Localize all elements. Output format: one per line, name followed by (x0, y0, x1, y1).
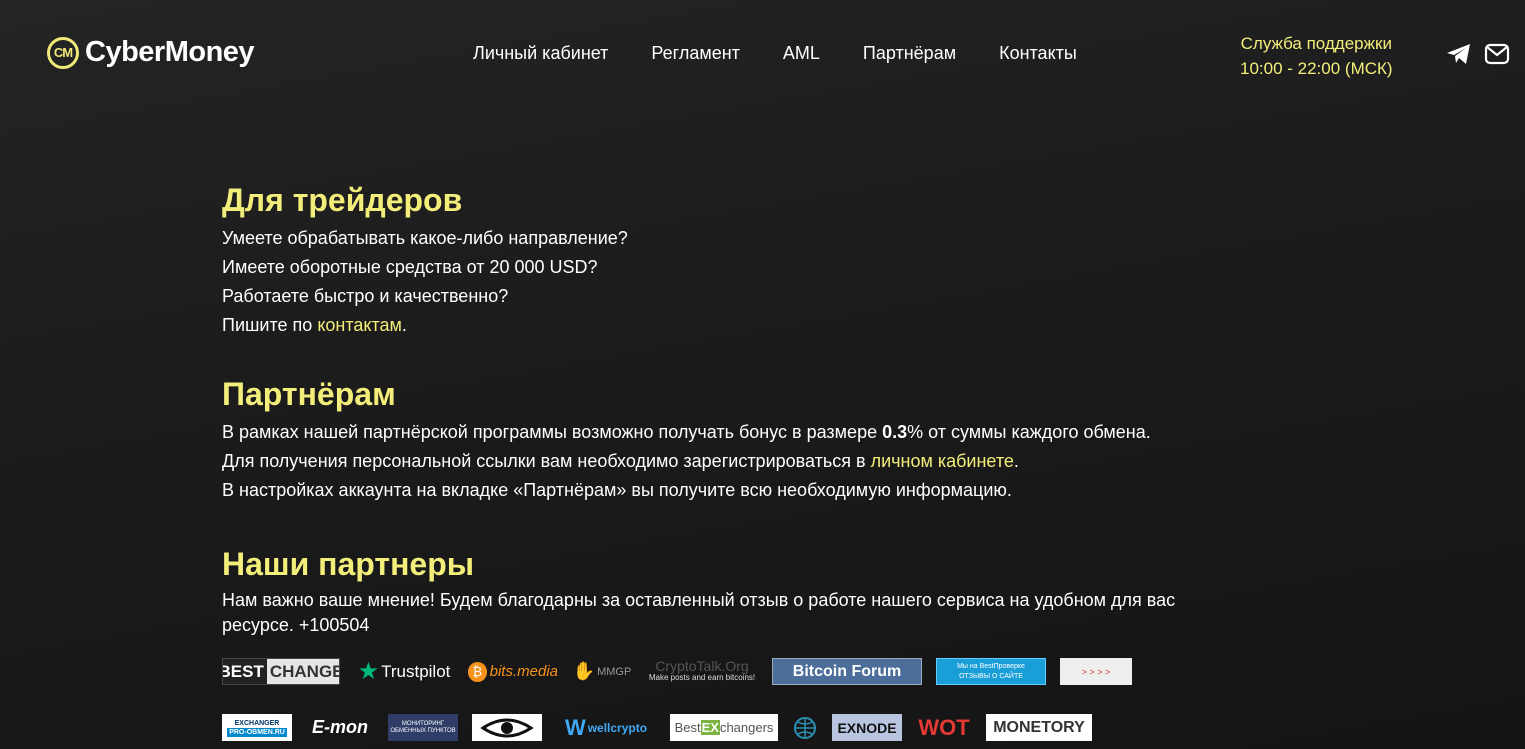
bestexchangers-pre: Best (674, 720, 701, 735)
wot-label: WOT (918, 714, 970, 740)
star-icon: ★ (357, 658, 380, 685)
bestchange-change: CHANGE (266, 659, 339, 684)
nav-aml[interactable]: AML (783, 43, 820, 64)
traders-line-2: Имеете оборотные средства от 20 000 USD? (222, 257, 598, 277)
nav-partners[interactable]: Партнёрам (863, 43, 956, 64)
monitoring-arrows-label: > > > > (1081, 666, 1111, 677)
mail-icon[interactable] (1484, 42, 1510, 66)
traders-line-3: Работаете быстро и качественно? (222, 286, 509, 306)
logo-text: CyberMoney (85, 36, 255, 68)
nav-contacts[interactable]: Контакты (999, 43, 1077, 64)
social-links (1446, 42, 1510, 66)
traders-line-4-post: . (401, 315, 407, 335)
bitcoin-forum-badge[interactable]: Bitcoin Forum (772, 658, 922, 685)
bestproverka-label: Мы на BestПроверке (957, 662, 1025, 670)
exnode-badge[interactable]: EXNODE (832, 714, 902, 741)
header: CM CyberMoney Личный кабинет Регламент A… (0, 0, 1525, 110)
wot-badge[interactable]: WOT (916, 714, 972, 741)
pro-obmen-badge[interactable]: EXCHANGER PRO-OBMEN.RU (222, 714, 292, 741)
partners-title: Партнёрам (222, 376, 396, 412)
our-partners-title: Наши партнеры (222, 546, 475, 582)
traders-line-4: Пишите по контактам. (222, 311, 1282, 340)
monitoring-exchangers-label: МОНИТОРИНГ ОБМЕННЫХ ПУНКТОВ (390, 720, 456, 734)
mmgp-hands-icon: ✋ (572, 661, 596, 681)
bonus-value: 0.3 (882, 422, 908, 442)
partners-line-2-pre: Для получения персональной ссылки вам не… (222, 451, 871, 471)
cryptotalk-label: CryptoTalk.Org (655, 658, 749, 674)
bitsmedia-label: bits.media (489, 663, 558, 680)
trustpilot-badge[interactable]: ★ Trustpilot (354, 658, 454, 685)
support-info: Служба поддержки 10:00 - 22:00 (МСК) (1240, 31, 1393, 81)
partner-badges-row-2: EXCHANGER PRO-OBMEN.RU E-mon МОНИТОРИНГ … (222, 714, 1322, 741)
support-hours: 10:00 - 22:00 (МСК) (1240, 59, 1393, 78)
pro-obmen-sub: PRO-OBMEN.RU (227, 727, 287, 737)
monetory-badge[interactable]: MONETORY (986, 714, 1092, 741)
telegram-icon[interactable] (1446, 42, 1472, 66)
bitsmedia-badge[interactable]: ₿ bits.media (468, 658, 558, 685)
partners-line-2: Для получения персональной ссылки вам не… (222, 447, 1282, 476)
cryptotalk-badge[interactable]: CryptoTalk.Org Make posts and earn bitco… (646, 658, 758, 685)
globe-badge[interactable] (792, 714, 818, 741)
partner-badges-row-1: BEST CHANGE ★ Trustpilot ₿ bits.media ✋ M… (222, 658, 1322, 685)
support-title: Служба поддержки (1240, 34, 1392, 53)
wellcrypto-label: wellcrypto (587, 720, 648, 735)
personal-account-link[interactable]: личном кабинете (871, 451, 1014, 471)
main-content: Для трейдеров Умеете обрабатывать какое-… (222, 178, 1282, 638)
traders-title: Для трейдеров (222, 182, 463, 218)
our-partners-text: Нам важно ваше мнение! Будем благодарны … (222, 590, 1176, 635)
traders-line-4-pre: Пишите по (222, 315, 318, 335)
emon-label: E-mon (312, 717, 368, 737)
logo[interactable]: CM CyberMoney (47, 36, 255, 69)
bestexchangers-badge[interactable]: Best EX changers (670, 714, 778, 741)
bestproverka-sub: ОТЗЫВЫ О САЙТЕ (959, 672, 1023, 680)
exnode-label: EXNODE (837, 719, 897, 736)
bestproverka-badge[interactable]: Мы на BestПроверке ОТЗЫВЫ О САЙТЕ (936, 658, 1046, 685)
monitoring-arrows-badge[interactable]: > > > > (1060, 658, 1132, 685)
bestexchangers-post: changers (719, 720, 774, 735)
partners-line-1-pre: В рамках нашей партнёрской программы воз… (222, 422, 883, 442)
nav-rules[interactable]: Регламент (651, 43, 739, 64)
trustpilot-label: Trustpilot (381, 661, 451, 681)
mmgp-badge[interactable]: ✋ MMGP (572, 658, 632, 685)
cryptotalk-sub: Make posts and earn bitcoins! (648, 672, 756, 682)
globe-icon (794, 716, 816, 739)
monetory-label: MONETORY (993, 718, 1085, 736)
logo-mark-icon: CM (47, 36, 79, 69)
bestchange-badge[interactable]: BEST CHANGE (222, 658, 340, 685)
our-partners-section: Наши партнеры Нам важно ваше мнение! Буд… (222, 542, 1282, 638)
emon-badge[interactable]: E-mon (306, 714, 374, 741)
partners-section: Партнёрам В рамках нашей партнёрской про… (222, 372, 1282, 505)
eye-badge[interactable] (472, 714, 542, 741)
traders-section: Для трейдеров Умеете обрабатывать какое-… (222, 178, 1282, 340)
wellcrypto-badge[interactable]: W wellcrypto (556, 714, 656, 741)
contacts-link[interactable]: контактам (317, 315, 402, 335)
partners-line-2-post: . (1013, 451, 1019, 471)
partners-line-1: В рамках нашей партнёрской программы воз… (222, 418, 1282, 447)
nav-personal-account[interactable]: Личный кабинет (473, 43, 608, 64)
main-nav: Личный кабинет Регламент AML Партнёрам К… (473, 43, 1120, 64)
bitcoin-icon: ₿ (468, 661, 487, 682)
eye-icon (480, 718, 534, 737)
bestchange-best: BEST (223, 659, 267, 684)
partners-line-1-post: % от суммы каждого обмена. (907, 422, 1151, 442)
partners-line-3: В настройках аккаунта на вкладке «Партнё… (222, 480, 1012, 500)
traders-line-1: Умеете обрабатывать какое-либо направлен… (222, 228, 628, 248)
mmgp-label: MMGP (597, 665, 632, 678)
bestexchangers-ex: EX (700, 720, 720, 735)
pro-obmen-label: EXCHANGER (234, 719, 280, 727)
monitoring-exchangers-badge[interactable]: МОНИТОРИНГ ОБМЕННЫХ ПУНКТОВ (388, 714, 458, 741)
wellcrypto-w-icon: W (564, 714, 586, 740)
bitcoin-forum-label: Bitcoin Forum (792, 662, 902, 680)
